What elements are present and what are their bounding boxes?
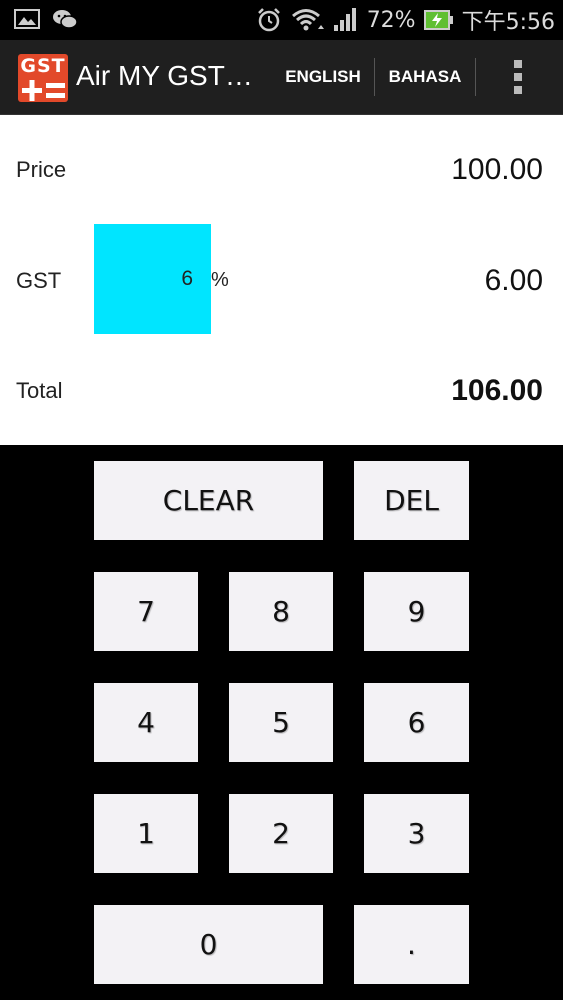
key-5[interactable]: 5 <box>229 683 333 762</box>
gst-rate-input[interactable]: 6 <box>94 224 211 334</box>
key-1[interactable]: 1 <box>94 794 198 873</box>
key-8[interactable]: 8 <box>229 572 333 651</box>
app-title: Air MY GST… <box>76 60 253 91</box>
total-label: Total <box>16 378 63 403</box>
battery-percent: 72% <box>366 7 416 33</box>
wechat-icon <box>53 10 78 29</box>
calculation-panel: Price 100.00 GST 6 % 6.00 Total 106.00 <box>0 115 563 445</box>
gallery-icon <box>14 9 40 29</box>
clock: 下午5:56 <box>461 10 555 35</box>
price-label: Price <box>16 157 67 182</box>
decimal-point-button[interactable]: . <box>354 905 469 984</box>
delete-button[interactable]: DEL <box>354 461 469 540</box>
key-9[interactable]: 9 <box>364 572 469 651</box>
action-bar: GST Air MY GST… ENGLISH BAHASA <box>0 40 563 115</box>
clear-button[interactable]: CLEAR <box>94 461 323 540</box>
system-status: 72% 下午5:56 <box>255 0 555 40</box>
alarm-icon <box>257 8 280 32</box>
key-4[interactable]: 4 <box>94 683 198 762</box>
logo-text: GST <box>20 55 66 77</box>
key-6[interactable]: 6 <box>364 683 469 762</box>
status-bar: 72% 下午5:56 <box>0 0 563 40</box>
price-value[interactable]: 100.00 <box>451 153 543 187</box>
divider <box>374 58 375 96</box>
battery-charging-icon <box>423 10 453 30</box>
bahasa-button[interactable]: BAHASA <box>381 54 469 100</box>
english-button[interactable]: ENGLISH <box>278 54 368 100</box>
percent-sign: % <box>211 269 229 291</box>
key-3[interactable]: 3 <box>364 794 469 873</box>
plus-equals-icon <box>22 80 65 101</box>
gst-value: 6.00 <box>484 264 543 297</box>
overflow-menu-icon[interactable] <box>498 54 540 100</box>
key-0[interactable]: 0 <box>94 905 323 984</box>
wifi-icon <box>291 9 324 31</box>
total-value: 106.00 <box>451 374 543 407</box>
divider <box>475 58 476 96</box>
notification-icons <box>14 7 78 31</box>
key-2[interactable]: 2 <box>229 794 333 873</box>
gst-label: GST <box>16 268 62 293</box>
signal-icon <box>333 8 356 31</box>
key-7[interactable]: 7 <box>94 572 198 651</box>
app-logo: GST <box>18 54 68 102</box>
